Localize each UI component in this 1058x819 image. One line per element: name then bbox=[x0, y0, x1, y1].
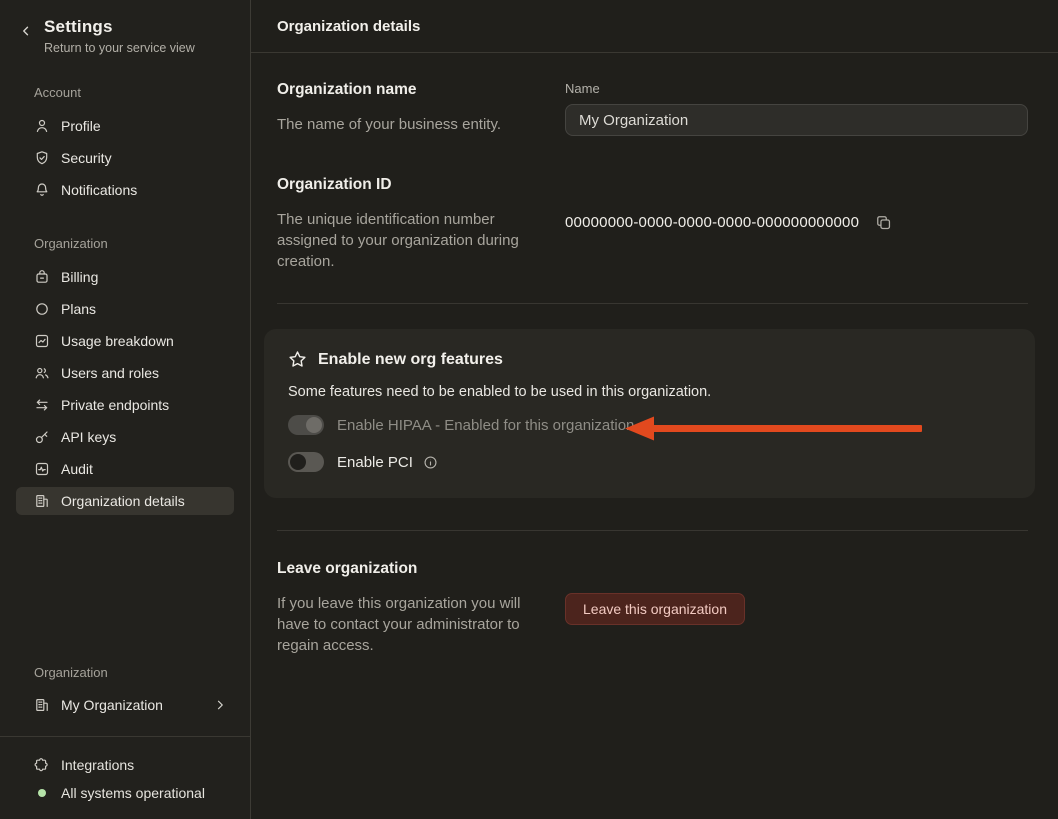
sidebar-item-label: API keys bbox=[61, 429, 116, 445]
sidebar-item-plans[interactable]: Plans bbox=[16, 295, 234, 323]
pci-info-button[interactable] bbox=[423, 455, 438, 470]
org-name-section: Organization name The name of your busin… bbox=[277, 53, 1028, 136]
back-button[interactable] bbox=[20, 25, 34, 37]
status-dot-icon bbox=[38, 789, 46, 797]
user-icon bbox=[34, 118, 50, 134]
sidebar-item-label: Audit bbox=[61, 461, 93, 477]
chart-icon bbox=[34, 333, 50, 349]
puzzle-icon bbox=[34, 757, 50, 773]
org-switcher-value: My Organization bbox=[61, 697, 163, 713]
org-id-section: Organization ID The unique identificatio… bbox=[277, 136, 1028, 272]
hipaa-toggle-label: Enable HIPAA - Enabled for this organiza… bbox=[337, 417, 634, 434]
settings-page: Settings Return to your service view Acc… bbox=[0, 0, 1058, 819]
sidebar-item-profile[interactable]: Profile bbox=[16, 112, 234, 140]
section-label-account: Account bbox=[0, 85, 250, 100]
leave-org-description: If you leave this organization you will … bbox=[277, 593, 532, 656]
sidebar-item-usage-breakdown[interactable]: Usage breakdown bbox=[16, 327, 234, 355]
org-name-input[interactable] bbox=[565, 104, 1028, 136]
leave-org-title: Leave organization bbox=[277, 560, 565, 578]
circle-icon bbox=[34, 301, 50, 317]
sidebar-item-private-endpoints[interactable]: Private endpoints bbox=[16, 391, 234, 419]
name-field-label: Name bbox=[565, 81, 1028, 96]
audit-icon bbox=[34, 461, 50, 477]
pci-toggle-label: Enable PCI bbox=[337, 454, 413, 471]
features-card-title: Enable new org features bbox=[318, 351, 503, 369]
sidebar: Settings Return to your service view Acc… bbox=[0, 0, 251, 819]
features-card-description: Some features need to be enabled to be u… bbox=[288, 384, 1011, 400]
sidebar-item-organization-details[interactable]: Organization details bbox=[16, 487, 234, 515]
bell-icon bbox=[34, 182, 50, 198]
building-icon bbox=[34, 493, 50, 509]
sidebar-item-label: Notifications bbox=[61, 182, 137, 198]
page-header: Organization details bbox=[251, 0, 1058, 53]
key-icon bbox=[34, 429, 50, 445]
sidebar-item-label: Users and roles bbox=[61, 365, 159, 381]
copy-icon bbox=[875, 214, 892, 231]
users-icon bbox=[34, 365, 50, 381]
status-label: All systems operational bbox=[61, 785, 205, 801]
main-panel: Organization details Organization name T… bbox=[251, 0, 1058, 819]
info-icon bbox=[423, 455, 438, 470]
sidebar-item-label: Private endpoints bbox=[61, 397, 169, 413]
sidebar-item-label: Profile bbox=[61, 118, 101, 134]
enable-features-card: Enable new org features Some features ne… bbox=[264, 329, 1035, 498]
section-label-organization: Organization bbox=[0, 236, 250, 251]
sidebar-item-users-and-roles[interactable]: Users and roles bbox=[16, 359, 234, 387]
sidebar-footer: Integrations All systems operational bbox=[0, 736, 250, 819]
chevron-left-icon bbox=[20, 25, 32, 37]
sidebar-item-audit[interactable]: Audit bbox=[16, 455, 234, 483]
pci-toggle[interactable] bbox=[288, 452, 324, 472]
star-icon bbox=[288, 350, 307, 369]
system-status[interactable]: All systems operational bbox=[0, 779, 250, 807]
pci-toggle-row: Enable PCI bbox=[288, 450, 1011, 474]
leave-organization-button[interactable]: Leave this organization bbox=[565, 593, 745, 625]
sidebar-title: Settings bbox=[44, 17, 195, 37]
org-id-description: The unique identification number assigne… bbox=[277, 209, 532, 272]
page-title: Organization details bbox=[277, 18, 420, 35]
sidebar-item-notifications[interactable]: Notifications bbox=[16, 176, 234, 204]
sidebar-item-label: Usage breakdown bbox=[61, 333, 174, 349]
copy-button[interactable] bbox=[875, 214, 892, 231]
sidebar-item-api-keys[interactable]: API keys bbox=[16, 423, 234, 451]
swap-arrows-icon bbox=[34, 397, 50, 413]
org-id-title: Organization ID bbox=[277, 176, 565, 194]
org-name-description: The name of your business entity. bbox=[277, 114, 532, 135]
hipaa-toggle-row: Enable HIPAA - Enabled for this organiza… bbox=[288, 413, 1011, 437]
section-divider bbox=[277, 303, 1028, 304]
sidebar-header: Settings Return to your service view bbox=[0, 0, 250, 55]
org-name-title: Organization name bbox=[277, 81, 565, 99]
org-id-value: 00000000-0000-0000-0000-000000000000 bbox=[565, 214, 859, 231]
sidebar-item-billing[interactable]: Billing bbox=[16, 263, 234, 291]
shield-icon bbox=[34, 150, 50, 166]
sidebar-item-security[interactable]: Security bbox=[16, 144, 234, 172]
hipaa-toggle[interactable] bbox=[288, 415, 324, 435]
integrations-link[interactable]: Integrations bbox=[0, 751, 250, 779]
org-switcher[interactable]: My Organization bbox=[16, 690, 234, 720]
sidebar-subtitle: Return to your service view bbox=[44, 41, 195, 55]
bag-icon bbox=[34, 269, 50, 285]
building-icon bbox=[34, 697, 50, 713]
sidebar-item-label: Billing bbox=[61, 269, 98, 285]
sidebar-item-label: Organization details bbox=[61, 493, 185, 509]
leave-org-section: Leave organization If you leave this org… bbox=[277, 531, 1028, 656]
sidebar-item-label: Security bbox=[61, 150, 112, 166]
sidebar-item-label: Plans bbox=[61, 301, 96, 317]
org-switcher-label: Organization bbox=[0, 665, 250, 680]
chevron-right-icon bbox=[214, 699, 226, 711]
integrations-label: Integrations bbox=[61, 757, 134, 773]
